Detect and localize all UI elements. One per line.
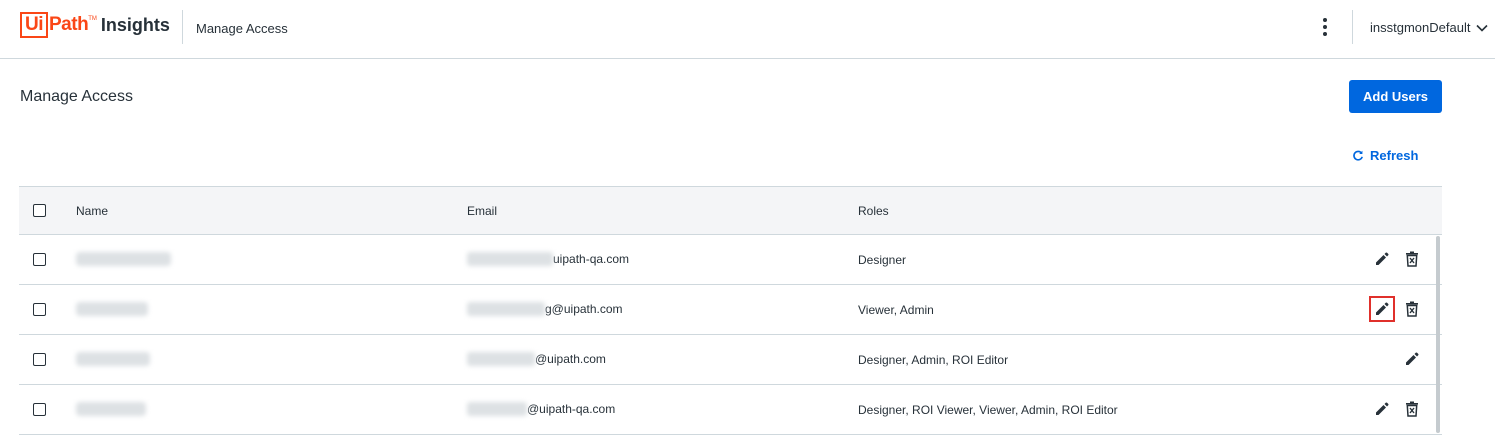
user-roles: Designer xyxy=(858,253,907,267)
tenant-name: insstgmonDefault xyxy=(1370,20,1471,35)
email-domain: @uipath.com xyxy=(535,352,606,366)
uipath-insights-logo[interactable]: Ui Path TM Insights xyxy=(20,11,170,39)
email-local-redacted xyxy=(467,302,545,316)
edit-user-button[interactable] xyxy=(1372,399,1392,419)
email-local-redacted xyxy=(467,402,527,416)
user-name-redacted xyxy=(76,402,146,416)
more-options-icon[interactable] xyxy=(1315,16,1335,38)
user-email: uipath-qa.com xyxy=(467,252,629,266)
user-name-redacted xyxy=(76,352,150,366)
refresh-label: Refresh xyxy=(1370,148,1419,163)
trash-icon xyxy=(1406,251,1418,267)
header-breadcrumb: Manage Access xyxy=(196,21,288,36)
pencil-icon xyxy=(1406,352,1419,365)
user-email: @uipath.com xyxy=(467,352,606,366)
table-scrollbar[interactable] xyxy=(1436,236,1440,433)
header-divider xyxy=(182,10,183,44)
row-checkbox[interactable] xyxy=(33,303,46,316)
table-row[interactable]: @uipath-qa.com Designer, ROI Viewer, Vie… xyxy=(19,385,1442,435)
chevron-down-icon xyxy=(1476,24,1489,32)
trash-icon xyxy=(1406,301,1418,317)
user-roles: Viewer, Admin xyxy=(858,303,934,317)
edit-user-button[interactable] xyxy=(1402,349,1422,369)
delete-user-button[interactable] xyxy=(1402,249,1422,269)
user-name-redacted xyxy=(76,252,171,266)
edit-user-button[interactable] xyxy=(1369,296,1395,322)
column-header-email[interactable]: Email xyxy=(467,204,497,218)
delete-user-button[interactable] xyxy=(1402,299,1422,319)
user-email: @uipath-qa.com xyxy=(467,402,615,416)
tenant-selector[interactable]: insstgmonDefault xyxy=(1370,20,1489,35)
email-local-redacted xyxy=(467,352,535,366)
pencil-icon xyxy=(1376,402,1389,415)
page-title: Manage Access xyxy=(20,88,133,105)
header-divider-right xyxy=(1352,10,1353,44)
refresh-button[interactable]: Refresh xyxy=(1352,148,1418,163)
email-domain: @uipath-qa.com xyxy=(527,402,616,416)
email-domain: g@uipath.com xyxy=(545,302,623,316)
trash-icon xyxy=(1406,401,1418,417)
column-header-name[interactable]: Name xyxy=(76,204,108,218)
row-checkbox[interactable] xyxy=(33,353,46,366)
logo-product-name: Insights xyxy=(100,14,170,35)
user-name-redacted xyxy=(76,302,148,316)
users-table: Name Email Roles uipath-qa.com Designer xyxy=(19,186,1442,435)
delete-user-button[interactable] xyxy=(1402,399,1422,419)
column-header-roles[interactable]: Roles xyxy=(858,204,889,218)
user-email: g@uipath.com xyxy=(467,302,623,316)
add-users-button[interactable]: Add Users xyxy=(1349,80,1442,113)
logo-ui-mark: Ui xyxy=(20,12,48,38)
row-checkbox[interactable] xyxy=(33,253,46,266)
user-roles: Designer, Admin, ROI Editor xyxy=(858,353,1009,367)
table-row[interactable]: @uipath.com Designer, Admin, ROI Editor xyxy=(19,335,1442,385)
top-bar: Ui Path TM Insights Manage Access insstg… xyxy=(0,0,1495,59)
logo-path-text: Path xyxy=(49,14,89,35)
email-domain: uipath-qa.com xyxy=(553,252,630,266)
logo-trademark: TM xyxy=(88,16,97,22)
table-row[interactable]: g@uipath.com Viewer, Admin xyxy=(19,285,1442,335)
row-checkbox[interactable] xyxy=(33,403,46,416)
edit-user-button[interactable] xyxy=(1372,249,1392,269)
refresh-icon xyxy=(1353,150,1363,161)
select-all-checkbox[interactable] xyxy=(33,204,46,217)
email-local-redacted xyxy=(467,252,553,266)
pencil-icon xyxy=(1376,252,1389,265)
table-row[interactable]: uipath-qa.com Designer xyxy=(19,235,1442,285)
table-header: Name Email Roles xyxy=(19,186,1442,235)
pencil-icon xyxy=(1376,302,1389,315)
user-roles: Designer, ROI Viewer, Viewer, Admin, ROI… xyxy=(858,403,1118,417)
